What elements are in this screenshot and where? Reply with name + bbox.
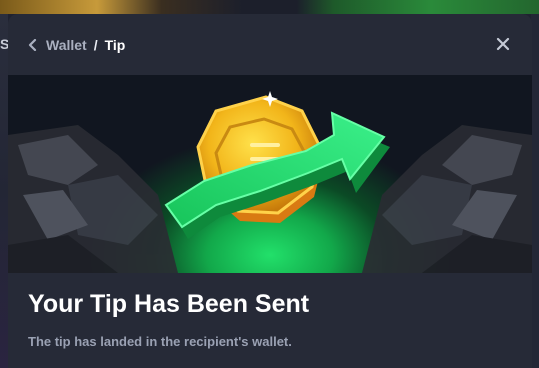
background-right-edge <box>531 14 539 368</box>
background-banner <box>0 0 539 14</box>
money-bag-left <box>8 125 178 273</box>
breadcrumb-wallet-link[interactable]: Wallet <box>46 37 87 53</box>
modal-title: Your Tip Has Been Sent <box>28 290 310 318</box>
breadcrumb-current: Tip <box>104 36 126 53</box>
modal-subtitle: The tip has landed in the recipient's wa… <box>28 334 292 349</box>
tip-sent-modal: Wallet / Tip Your Tip Has Been Sent The … <box>8 14 532 368</box>
tip-sent-illustration <box>8 75 532 273</box>
breadcrumb-separator: / <box>93 36 98 53</box>
modal-header: Wallet / Tip <box>8 14 532 75</box>
breadcrumb: Wallet / Tip <box>28 37 125 53</box>
chevron-left-icon[interactable] <box>28 38 42 52</box>
close-icon[interactable] <box>496 37 510 51</box>
background-left-edge <box>0 14 8 368</box>
